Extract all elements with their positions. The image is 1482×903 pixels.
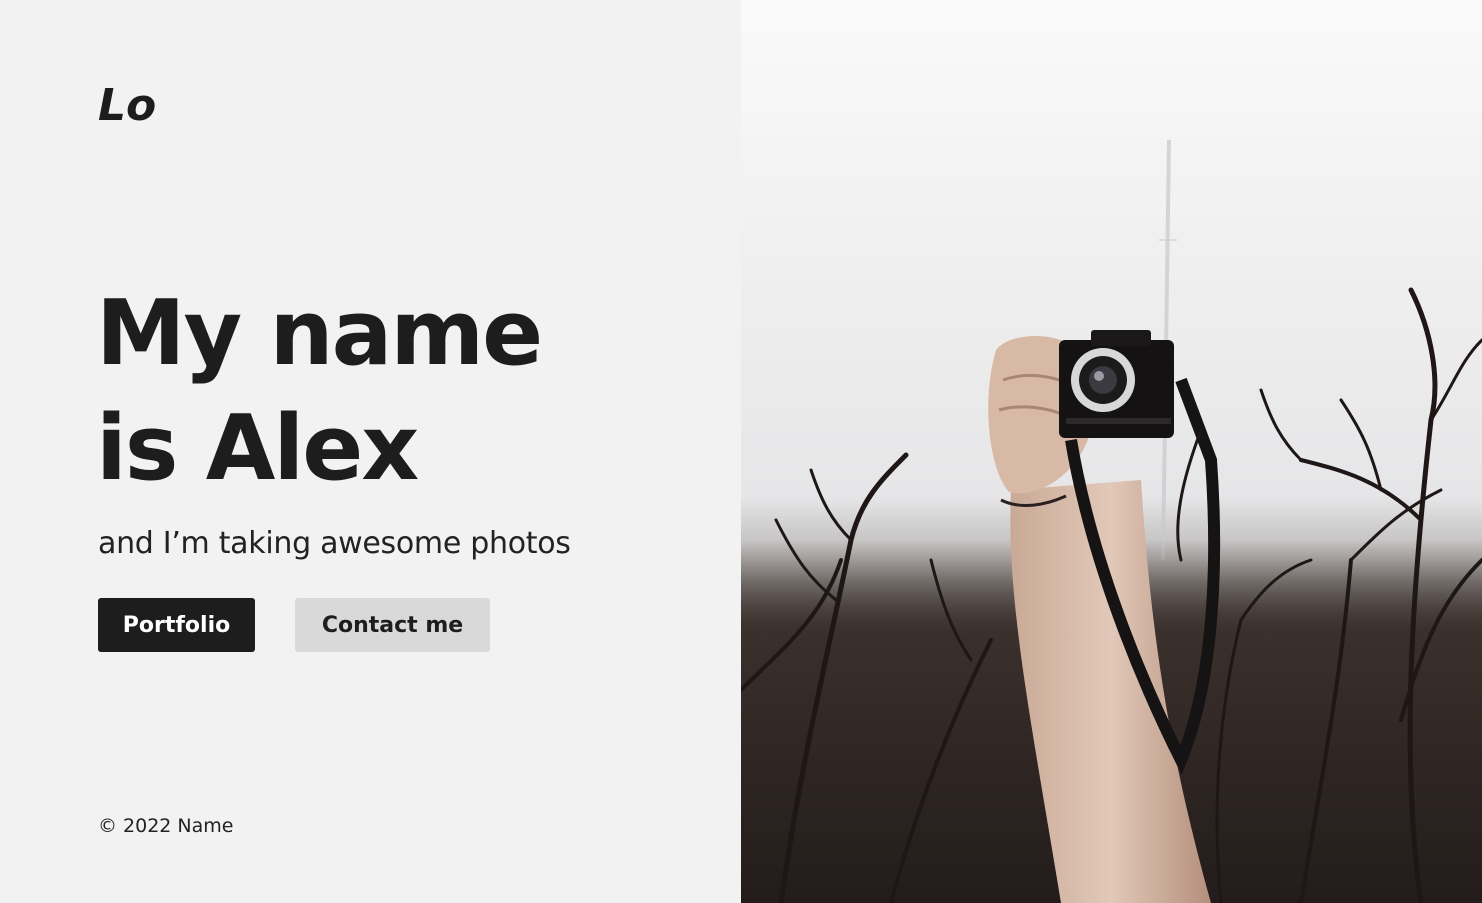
hero-headline-line-1: My name <box>96 281 543 386</box>
hero-headline: My name is Alex <box>96 276 656 506</box>
hero-headline-line-2: is Alex <box>96 396 419 501</box>
camera-photo-image <box>741 139 1482 903</box>
hero-tagline: and I’m taking awesome photos <box>98 526 571 561</box>
hero-photo <box>741 0 1482 903</box>
portfolio-button[interactable]: Portfolio <box>98 598 255 652</box>
page: Lo My name is Alex and I’m taking awesom… <box>0 0 1482 903</box>
contact-me-button[interactable]: Contact me <box>295 598 490 652</box>
footer-copyright: © 2022 Name <box>98 815 234 837</box>
logo[interactable]: Lo <box>98 84 156 128</box>
hero-panel: Lo My name is Alex and I’m taking awesom… <box>0 0 741 903</box>
